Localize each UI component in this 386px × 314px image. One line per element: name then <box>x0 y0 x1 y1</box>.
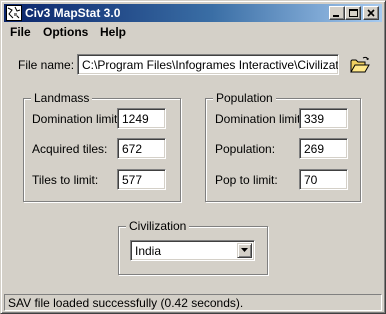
population-label: Population: <box>215 142 276 156</box>
population-domination-label: Domination limit: <box>215 112 304 126</box>
acquired-tiles-label: Acquired tiles: <box>32 142 108 156</box>
title-bar[interactable]: Civ3 MapStat 3.0 <box>4 4 382 22</box>
civilization-dropdown-button[interactable] <box>237 243 252 258</box>
window-title: Civ3 MapStat 3.0 <box>25 6 121 20</box>
population-field[interactable]: 269 <box>299 138 348 159</box>
maximize-button[interactable] <box>345 6 361 20</box>
tiles-to-limit-label: Tiles to limit: <box>32 173 99 187</box>
landmass-group-title: Landmass <box>31 91 93 105</box>
civilization-select[interactable]: India <box>130 240 255 261</box>
civilization-selected-value: India <box>135 244 162 258</box>
menu-bar: File Options Help <box>4 23 382 41</box>
close-icon <box>367 9 375 17</box>
maximize-icon <box>349 9 358 17</box>
acquired-tiles-field[interactable]: 672 <box>117 138 166 159</box>
menu-options[interactable]: Options <box>43 25 88 39</box>
minimize-icon <box>333 15 339 17</box>
app-icon <box>6 5 22 21</box>
status-bar: SAV file loaded successfully (0.42 secon… <box>4 294 382 311</box>
browse-folder-button[interactable] <box>349 55 371 75</box>
minimize-button[interactable] <box>329 6 345 20</box>
app-window: Civ3 MapStat 3.0 File Options Help File … <box>0 0 386 314</box>
menu-help[interactable]: Help <box>100 25 126 39</box>
chevron-down-icon <box>241 248 248 252</box>
pop-to-limit-label: Pop to limit: <box>215 173 278 187</box>
population-domination-field[interactable]: 339 <box>299 108 348 129</box>
file-name-label: File name: <box>18 58 75 72</box>
status-text: SAV file loaded successfully (0.42 secon… <box>8 296 244 310</box>
tiles-to-limit-field[interactable]: 577 <box>117 169 166 190</box>
landmass-domination-field[interactable]: 1249 <box>117 108 166 129</box>
population-group-title: Population <box>213 91 276 105</box>
open-folder-icon <box>350 56 370 73</box>
file-name-field[interactable]: C:\Program Files\Infogrames Interactive\… <box>77 54 339 75</box>
civilization-group-title: Civilization <box>126 219 190 233</box>
menu-file[interactable]: File <box>10 25 31 39</box>
close-button[interactable] <box>363 6 379 20</box>
pop-to-limit-field[interactable]: 70 <box>299 169 348 190</box>
landmass-domination-label: Domination limit: <box>32 112 121 126</box>
